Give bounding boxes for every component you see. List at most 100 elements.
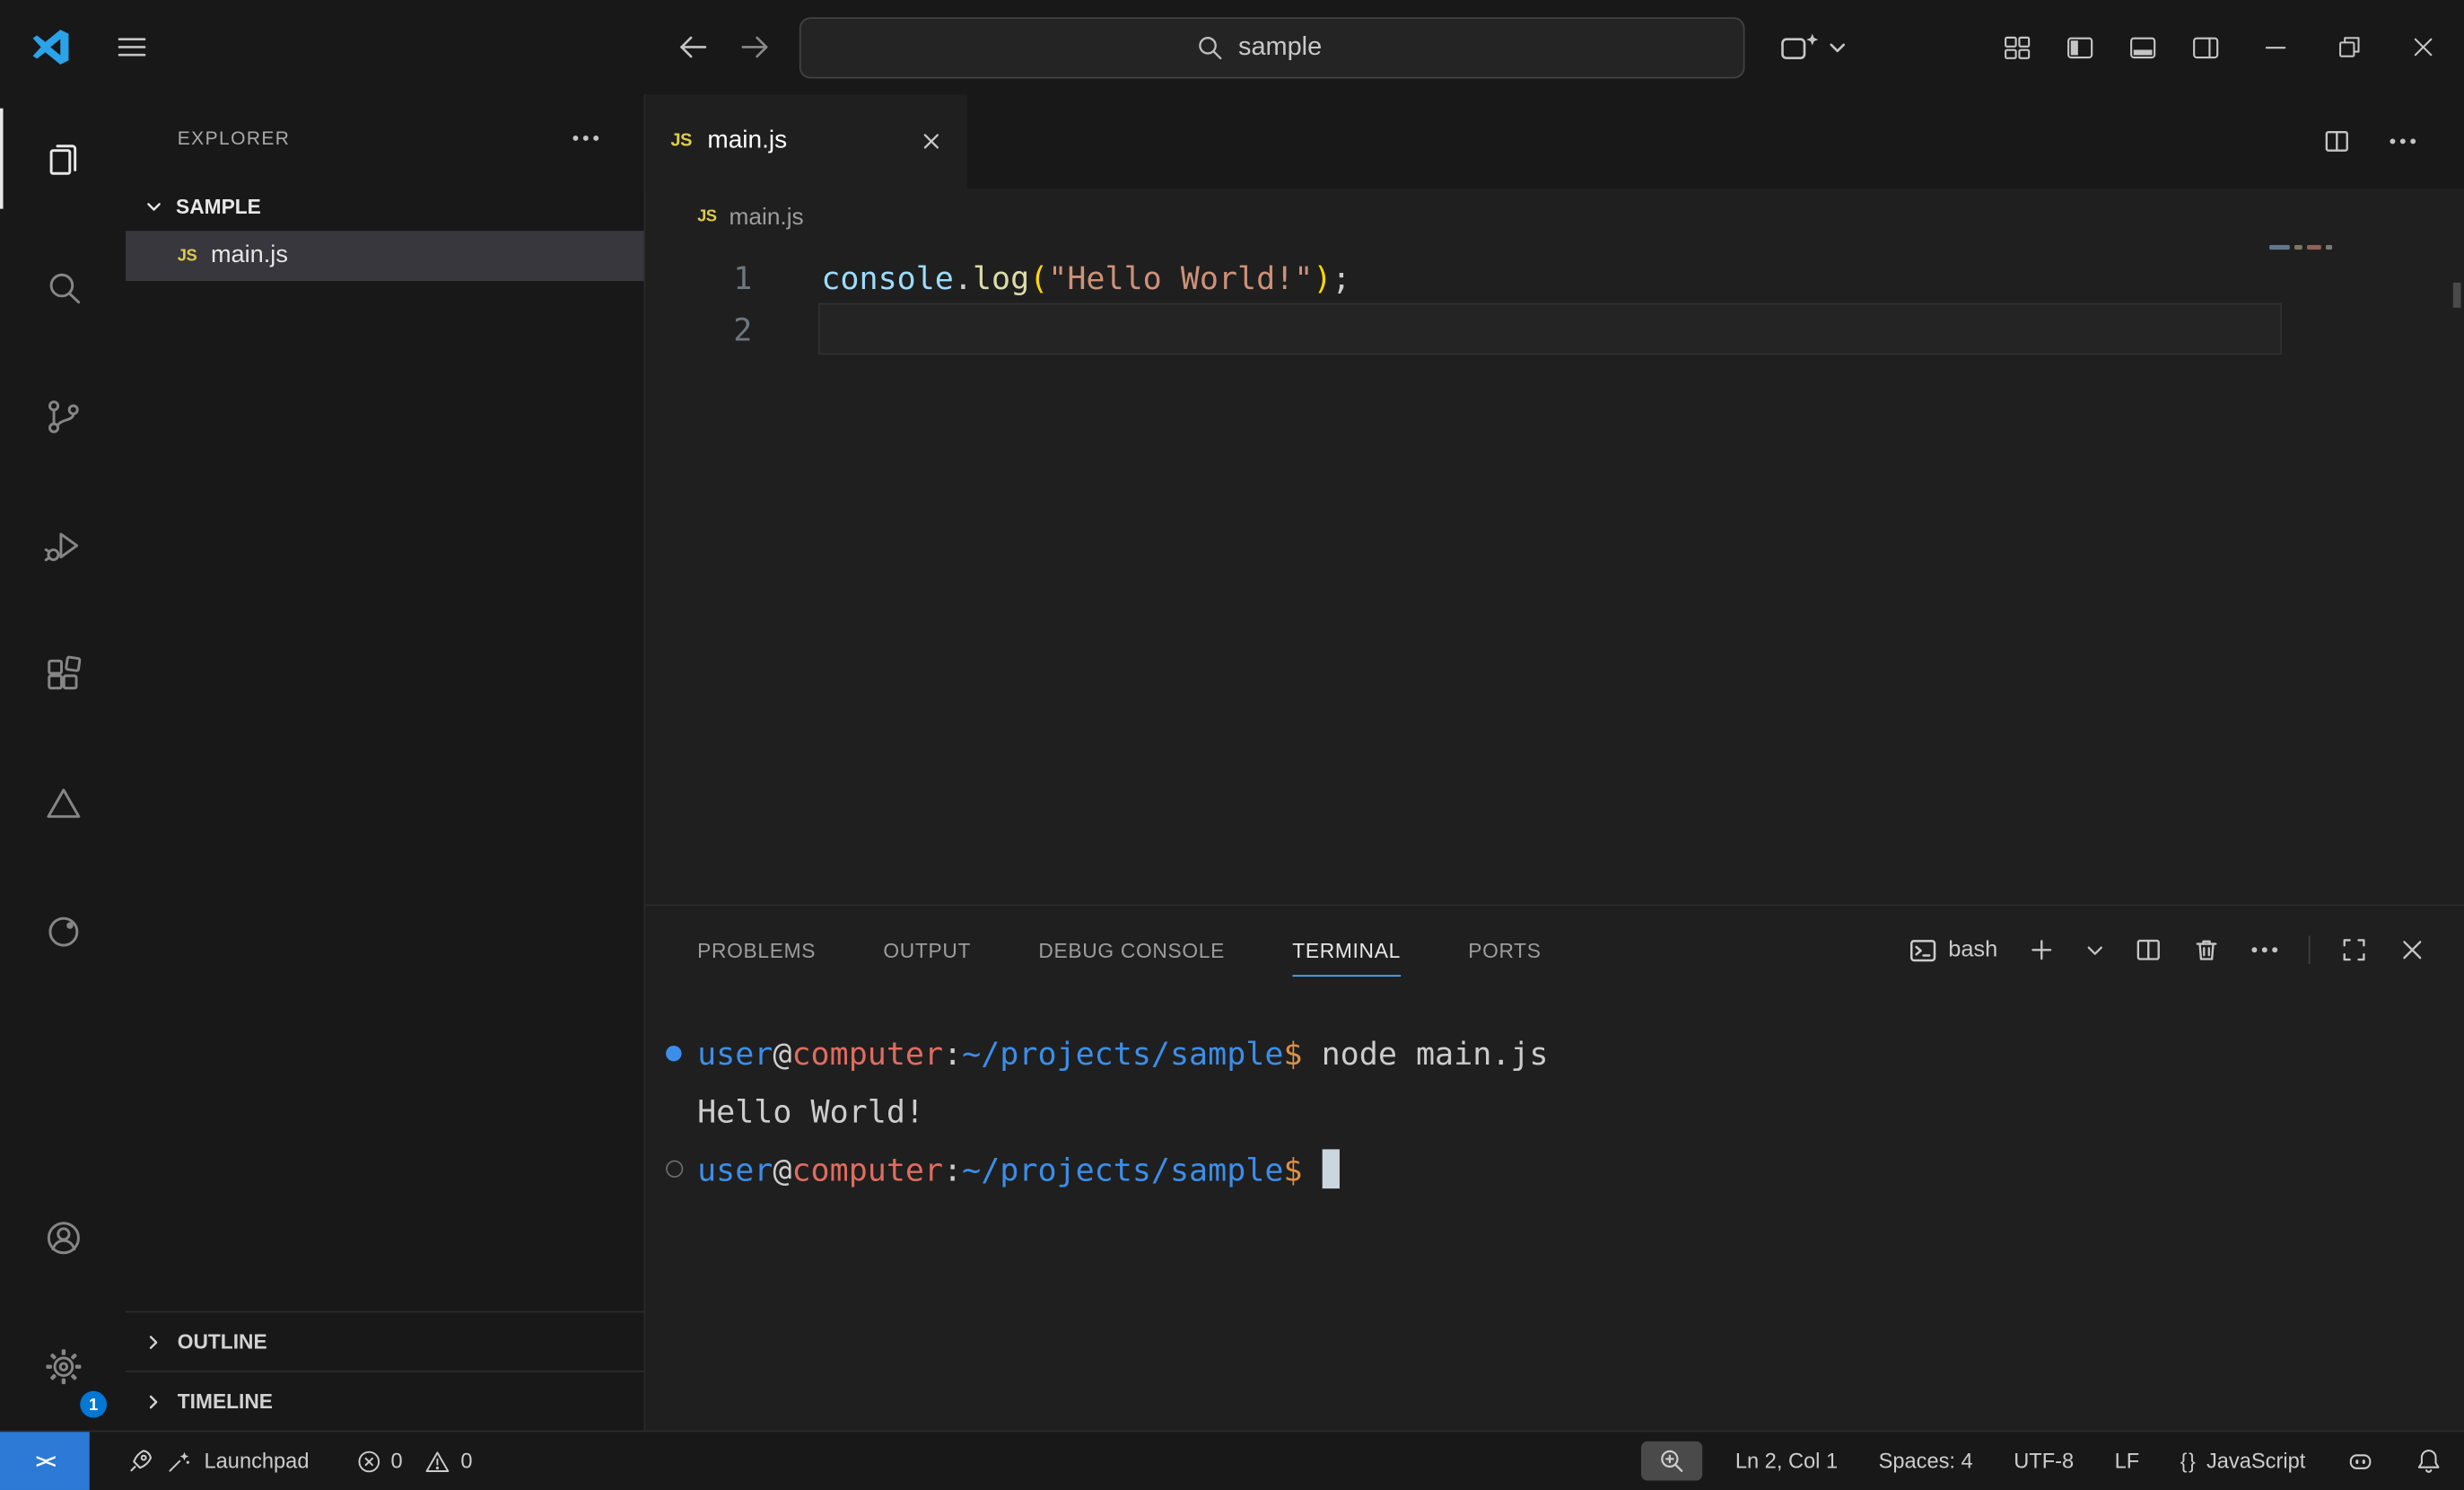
activitybar-run-debug[interactable] (0, 480, 126, 609)
zoom-indicator[interactable] (1641, 1442, 1702, 1481)
activitybar-search[interactable] (0, 223, 126, 351)
breadcrumb-item[interactable]: main.js (730, 204, 804, 231)
folder-section-header[interactable]: SAMPLE (126, 182, 644, 231)
git-branch-icon (41, 395, 83, 437)
activitybar-extensions[interactable] (0, 609, 126, 738)
maximize-panel-icon[interactable] (2340, 936, 2369, 964)
vscode-window: 1 EXPLORER SAMPLE JS main.js (0, 0, 2464, 1490)
close-tab-icon[interactable] (921, 130, 943, 152)
code-lines: 1console.log("Hello World!"); 2 (645, 251, 2464, 355)
panel-tab-problems[interactable]: PROBLEMS (697, 906, 816, 994)
copilot-menu-button[interactable] (1778, 31, 1846, 63)
activitybar-explorer[interactable] (0, 94, 126, 223)
tab-label: main.js (707, 127, 787, 155)
activitybar-source-control[interactable] (0, 352, 126, 480)
minimap[interactable] (2269, 245, 2332, 249)
eol-sequence[interactable]: LF (2094, 1450, 2160, 1473)
js-file-icon: JS (178, 247, 197, 266)
command-success-decoration[interactable] (666, 1045, 682, 1060)
toggle-primary-sidebar-icon[interactable] (2064, 31, 2097, 64)
braces-icon: {} (2180, 1450, 2198, 1473)
editor-group: JS main.js JS main.js (645, 94, 2464, 1431)
language-mode[interactable]: {} JavaScript (2160, 1450, 2326, 1473)
terminal-icon (1908, 935, 1937, 965)
split-terminal-icon[interactable] (2135, 936, 2163, 964)
split-editor-icon[interactable] (2323, 127, 2352, 155)
code-line-1[interactable]: 1console.log("Hello World!"); (645, 251, 2464, 303)
activitybar-settings[interactable]: 1 (0, 1302, 126, 1430)
copilot-face-icon (2346, 1448, 2375, 1475)
activitybar-accounts[interactable] (0, 1173, 126, 1302)
encoding[interactable]: UTF-8 (1993, 1450, 2093, 1473)
divider (2309, 936, 2311, 964)
toggle-panel-icon[interactable] (2127, 31, 2160, 64)
terminal-token: Hello World! (697, 1092, 924, 1130)
indentation[interactable]: Spaces: 4 (1858, 1450, 1994, 1473)
launchpad-item[interactable]: Launchpad (127, 1448, 310, 1475)
activitybar-extension-circle[interactable] (0, 867, 126, 995)
terminal-token: : (943, 1034, 962, 1072)
panel-tab-debug-console[interactable]: DEBUG CONSOLE (1038, 906, 1225, 994)
search-icon (1194, 32, 1224, 62)
panel-more-actions-icon[interactable] (2250, 945, 2279, 954)
more-actions-icon[interactable] (2389, 136, 2417, 145)
terminal-token: computer (791, 1151, 943, 1188)
forward-arrow-icon[interactable] (736, 28, 773, 66)
panel-tab-ports[interactable]: PORTS (1468, 906, 1541, 994)
explorer-actions-icon[interactable] (572, 134, 600, 143)
new-terminal-icon[interactable] (2028, 936, 2057, 964)
command-prompt-decoration[interactable] (666, 1161, 683, 1178)
outline-section-header[interactable]: OUTLINE (126, 1311, 644, 1371)
code-editor[interactable]: 1console.log("Hello World!"); 2 (645, 245, 2464, 905)
rocket-icon (127, 1448, 154, 1475)
search-input[interactable] (1238, 32, 1349, 62)
main-row: 1 EXPLORER SAMPLE JS main.js (0, 94, 2464, 1431)
timeline-section-header[interactable]: TIMELINE (126, 1371, 644, 1430)
tab-main-js[interactable]: JS main.js (645, 94, 967, 188)
window-controls (2260, 31, 2440, 63)
close-window-icon[interactable] (2407, 31, 2439, 63)
command-decoration-gutter (645, 1161, 697, 1178)
search-icon (41, 266, 83, 308)
code-token: "Hello World!" (1048, 259, 1313, 296)
terminal[interactable]: user@computer:~/projects/sample$ node ma… (645, 994, 2464, 1430)
breadcrumb[interactable]: JS main.js (645, 188, 2464, 245)
notifications[interactable] (2395, 1448, 2445, 1475)
panel-tab-terminal[interactable]: TERMINAL (1292, 906, 1401, 994)
settings-badge: 1 (80, 1391, 107, 1418)
terminal-dropdown-chevron-icon[interactable] (2085, 942, 2104, 958)
editor-scrollbar[interactable] (2453, 283, 2461, 308)
back-arrow-icon[interactable] (673, 28, 711, 66)
terminal-token: @ (773, 1034, 791, 1072)
command-center-search[interactable] (799, 16, 1744, 77)
kill-terminal-trash-icon[interactable] (2192, 936, 2221, 964)
panel-tab-output[interactable]: OUTPUT (883, 906, 971, 994)
copilot-status[interactable] (2326, 1448, 2395, 1475)
panel-tabs: PROBLEMS OUTPUT DEBUG CONSOLE TERMINAL PORTS (697, 906, 1542, 994)
titlebar-center (519, 16, 2001, 77)
folder-name: SAMPLE (176, 195, 261, 218)
minimize-icon[interactable] (2260, 31, 2292, 63)
terminal-token: ~/projects/sample (962, 1151, 1283, 1188)
warning-icon (424, 1449, 451, 1474)
terminal-line: user@computer:~/projects/sample$ node ma… (645, 1023, 2464, 1082)
titlebar-right (2001, 31, 2464, 64)
code-line-2[interactable]: 2 (645, 303, 2464, 355)
cursor-position[interactable]: Ln 2, Col 1 (1715, 1450, 1858, 1473)
code-token: ( (1029, 259, 1048, 296)
chevron-right-icon (144, 1332, 163, 1351)
terminal-cursor (1323, 1149, 1340, 1188)
close-panel-icon[interactable] (2398, 936, 2427, 964)
remote-indicator[interactable]: >< (0, 1432, 90, 1490)
copilot-icon (1778, 31, 1820, 63)
activitybar-extension-triangle[interactable] (0, 738, 126, 866)
file-row-main-js[interactable]: JS main.js (126, 231, 644, 281)
menu-icon[interactable] (113, 28, 151, 66)
restore-window-icon[interactable] (2334, 31, 2365, 63)
toggle-secondary-sidebar-icon[interactable] (2189, 31, 2223, 64)
problems-item[interactable]: 0 0 (356, 1449, 473, 1474)
customize-layout-icon[interactable] (2001, 31, 2034, 64)
line-number: 2 (645, 310, 752, 347)
terminal-token: ~/projects/sample (962, 1034, 1283, 1072)
terminal-shell-button[interactable]: bash (1908, 935, 1998, 965)
